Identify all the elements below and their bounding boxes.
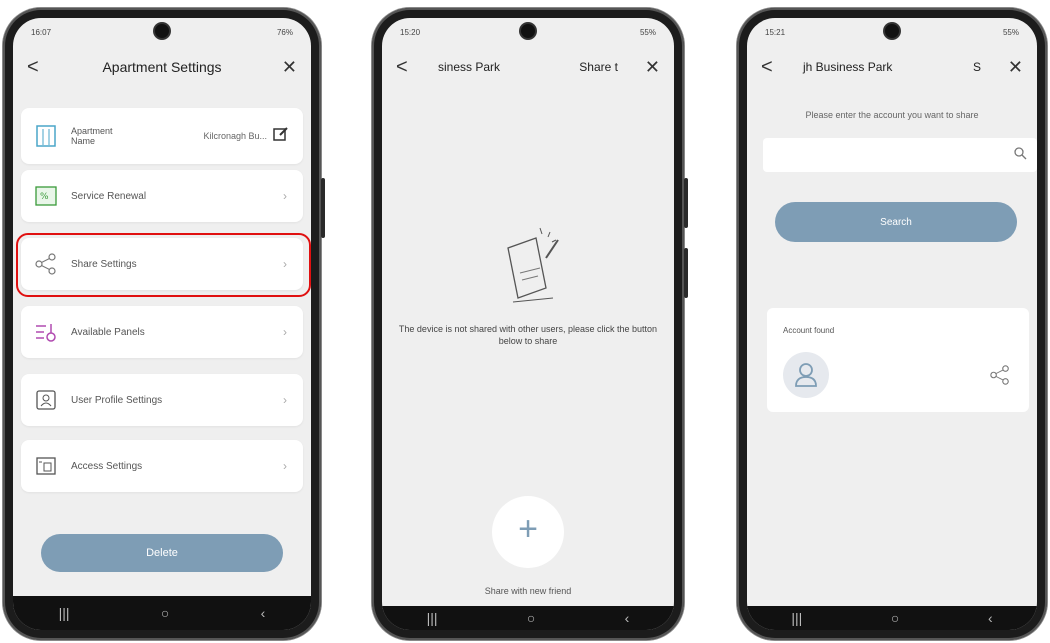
- status-battery: 55%: [639, 27, 656, 37]
- share-prompt: Please enter the account you want to sha…: [805, 110, 979, 120]
- search-button[interactable]: Search: [775, 202, 1017, 242]
- list-item-available-panels[interactable]: Available Panels ›: [21, 306, 303, 358]
- close-icon[interactable]: ✕: [1008, 57, 1023, 78]
- camera-hole: [521, 24, 535, 38]
- camera-hole: [155, 24, 169, 38]
- chevron-right-icon: ›: [283, 325, 287, 339]
- access-icon: [33, 453, 59, 479]
- phone-apartment-settings: 16:07 76% < Apartment Settings ✕ Apartme…: [3, 8, 325, 640]
- highlight-share-settings: [16, 233, 311, 297]
- empty-state-message: The device is not shared with other user…: [398, 324, 658, 346]
- app-bar: < siness Park Share t ✕: [382, 52, 674, 82]
- status-time: 15:21: [765, 27, 786, 37]
- status-battery: 76%: [276, 27, 293, 37]
- nav-back-icon[interactable]: ‹: [988, 610, 993, 626]
- screen: 15:20 55% < siness Park Share t ✕ The de…: [382, 18, 674, 630]
- list-item-label: User Profile Settings: [71, 394, 163, 406]
- page-title: jh Business Park: [803, 60, 893, 74]
- side-button: [684, 248, 688, 298]
- account-found-card: Account found: [767, 308, 1029, 412]
- nav-back-icon[interactable]: ‹: [625, 610, 630, 626]
- system-nav-bar: ||| ○ ‹: [747, 606, 1037, 630]
- home-icon[interactable]: ○: [161, 605, 169, 621]
- add-friend-label: Share with new friend: [484, 586, 572, 596]
- home-icon[interactable]: ○: [527, 610, 535, 626]
- side-button: [684, 178, 688, 228]
- empty-state-illustration: [488, 218, 568, 318]
- screen: 15:21 55% < jh Business Park S ✕ Please …: [747, 18, 1037, 630]
- user-icon: [795, 363, 817, 387]
- app-bar: < jh Business Park S ✕: [747, 52, 1037, 82]
- recent-apps-icon[interactable]: |||: [59, 605, 70, 621]
- phone-share-list: 15:20 55% < siness Park Share t ✕ The de…: [372, 8, 688, 640]
- status-time: 16:07: [31, 27, 52, 37]
- close-icon[interactable]: ✕: [645, 57, 660, 78]
- add-friend-button[interactable]: +: [492, 496, 564, 568]
- share-icon[interactable]: [989, 364, 1011, 391]
- side-button: [321, 178, 325, 238]
- phone-share-search: 15:21 55% < jh Business Park S ✕ Please …: [737, 8, 1047, 640]
- list-item-service-renewal[interactable]: % Service Renewal ›: [21, 170, 303, 222]
- back-icon[interactable]: <: [396, 56, 408, 79]
- apartment-name-label: Apartment Name: [71, 126, 113, 146]
- list-item-label: Available Panels: [71, 326, 145, 338]
- status-time: 15:20: [400, 27, 421, 37]
- chevron-right-icon: ›: [283, 189, 287, 203]
- plus-icon: +: [518, 510, 538, 548]
- apartment-name-value: Kilcronagh Bu...: [203, 131, 267, 141]
- chevron-right-icon: ›: [283, 459, 287, 473]
- building-icon: [33, 123, 59, 149]
- list-item-access-settings[interactable]: Access Settings ›: [21, 440, 303, 492]
- system-nav-bar: ||| ○ ‹: [13, 596, 311, 630]
- camera-hole: [885, 24, 899, 38]
- share-title: Share t: [579, 60, 618, 74]
- status-battery: 55%: [1002, 27, 1019, 37]
- svg-text:%: %: [40, 192, 49, 202]
- panels-icon: [33, 319, 59, 345]
- page-title: Apartment Settings: [102, 59, 222, 75]
- search-icon[interactable]: [1013, 146, 1027, 165]
- account-found-label: Account found: [783, 326, 835, 335]
- search-field[interactable]: [763, 138, 1037, 172]
- close-icon[interactable]: ✕: [282, 57, 297, 78]
- recent-apps-icon[interactable]: |||: [791, 610, 802, 626]
- apartment-name-row[interactable]: Apartment Name Kilcronagh Bu...: [21, 108, 303, 164]
- recent-apps-icon[interactable]: |||: [427, 610, 438, 626]
- percent-ticket-icon: %: [33, 183, 59, 209]
- list-item-label: Access Settings: [71, 460, 143, 472]
- app-bar: < Apartment Settings ✕: [13, 52, 311, 82]
- page-title: siness Park: [438, 60, 501, 74]
- back-icon[interactable]: <: [761, 56, 773, 79]
- user-card-icon: [33, 387, 59, 413]
- nav-back-icon[interactable]: ‹: [261, 605, 266, 621]
- screen: 16:07 76% < Apartment Settings ✕ Apartme…: [13, 18, 311, 630]
- share-title: S: [972, 60, 981, 74]
- list-item-user-profile-settings[interactable]: User Profile Settings ›: [21, 374, 303, 426]
- system-nav-bar: ||| ○ ‹: [382, 606, 674, 630]
- edit-icon[interactable]: [273, 126, 289, 147]
- avatar: [783, 352, 829, 398]
- search-input[interactable]: [771, 138, 1008, 170]
- list-item-label: Service Renewal: [71, 190, 147, 202]
- delete-button[interactable]: Delete: [41, 534, 283, 572]
- chevron-right-icon: ›: [283, 393, 287, 407]
- home-icon[interactable]: ○: [891, 610, 899, 626]
